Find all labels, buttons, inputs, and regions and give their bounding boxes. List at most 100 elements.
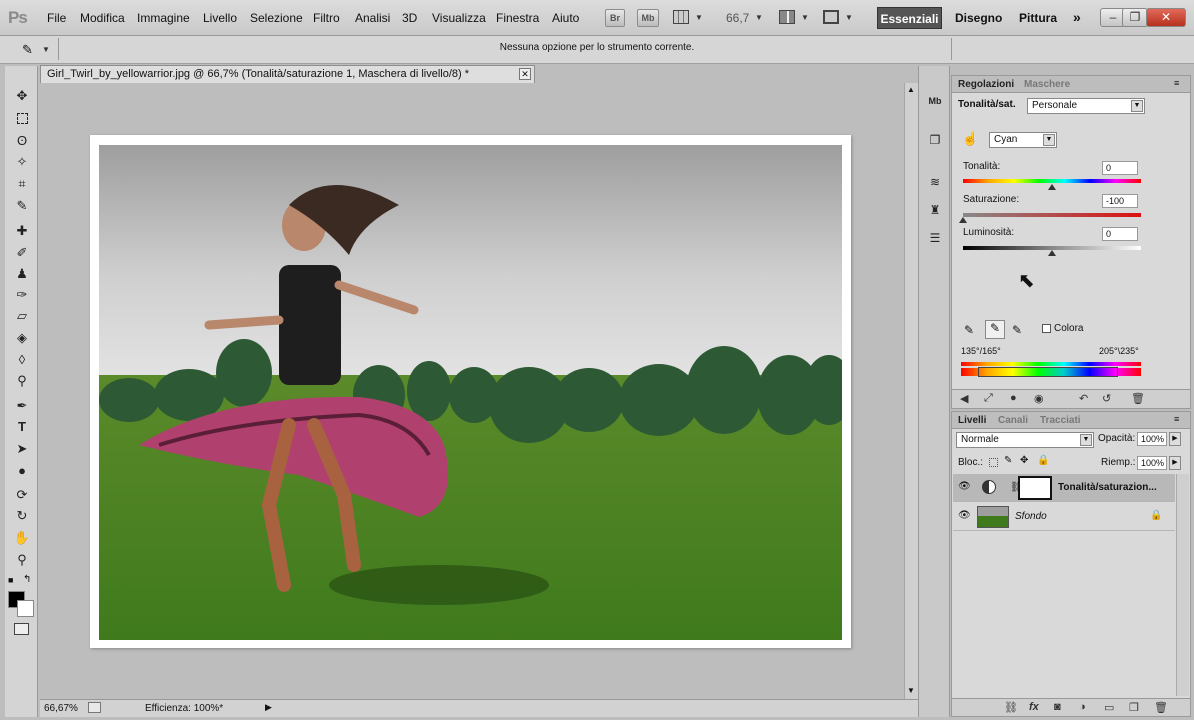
bridge-button[interactable]: Br [605,9,625,27]
crop-tool-icon[interactable]: ⌗ [12,174,32,194]
new-adjustment-icon[interactable]: ◑ [1079,701,1086,713]
eyedropper-icon[interactable]: ✎ [12,196,32,216]
opacity-field[interactable]: 100% [1137,432,1167,446]
menu-livello[interactable]: Livello [203,11,237,25]
dodge-tool-icon[interactable]: ⚲ [12,371,32,391]
close-document-icon[interactable]: ✕ [519,68,531,80]
on-image-adjust-icon[interactable]: ☝ [962,131,978,147]
previous-state-icon[interactable]: ↶ [1079,392,1088,405]
layers-scrollbar[interactable] [1176,474,1189,696]
menu-immagine[interactable]: Immagine [137,11,190,25]
clip-layer-icon[interactable]: ● [1010,392,1017,404]
chevron-down-icon[interactable]: ▼ [801,13,809,22]
restore-button[interactable]: ❐ [1122,8,1148,27]
expand-view-icon[interactable]: ⤢ [984,392,993,405]
menu-finestra[interactable]: Finestra [496,11,539,25]
vertical-scrollbar[interactable]: ▲ ▼ [904,83,918,699]
hue-slider-handle[interactable] [1048,184,1056,190]
layer-row-adjustment[interactable]: 👁 ⛓ Tonalità/saturazion... [953,474,1175,502]
add-mask-icon[interactable]: ◙ [1054,701,1061,713]
view-extras-icon[interactable] [673,10,689,24]
path-selection-icon[interactable]: ➤ [12,439,32,459]
zoom-tool-icon[interactable]: ⚲ [12,550,32,570]
saturation-field[interactable]: -100 [1102,194,1138,208]
minibridge-panel-icon[interactable]: Mb [925,91,945,111]
hue-field[interactable]: 0 [1102,161,1138,175]
layer-style-icon[interactable]: fx [1029,701,1039,713]
lasso-tool-icon[interactable]: ʘ [12,131,32,151]
lock-position-icon[interactable]: ✥ [1020,455,1028,466]
tab-livelli[interactable]: Livelli [958,415,986,426]
reset-icon[interactable]: ↺ [1102,392,1111,405]
blend-mode-select[interactable]: Normale ▼ [956,432,1094,448]
visibility-eye-icon[interactable]: ◉ [1034,392,1044,405]
default-colors-icon[interactable]: ■ [8,575,13,585]
marquee-tool-icon[interactable] [12,109,32,129]
blur-tool-icon[interactable]: ◊ [12,350,32,370]
channel-select[interactable]: Cyan ▼ [989,132,1057,148]
eyedropper-sample-icon[interactable]: ✎ [964,323,974,337]
status-menu-arrow-icon[interactable]: ▶ [265,702,272,713]
menu-visualizza[interactable]: Visualizza [432,11,486,25]
quick-selection-tool-icon[interactable]: ✧ [12,152,32,172]
screen-mode-icon[interactable] [823,10,839,24]
lightness-slider-handle[interactable] [1048,250,1056,256]
menu-selezione[interactable]: Selezione [250,11,303,25]
tab-regolazioni[interactable]: Regolazioni [958,79,1014,90]
layer-name[interactable]: Sfondo [1015,511,1047,522]
eye-icon[interactable]: 👁 [958,511,971,521]
quick-mask-icon[interactable] [14,623,29,635]
brush-presets-icon[interactable]: ♜ [925,200,945,220]
chevron-down-icon[interactable]: ▼ [755,13,763,22]
history-panel-icon[interactable]: ❐ [925,130,945,150]
brush-tool-icon[interactable]: ✐ [12,243,32,263]
scroll-down-icon[interactable]: ▼ [907,686,915,695]
workspace-pittura[interactable]: Pittura [1019,11,1057,25]
delete-layer-icon[interactable]: 🗑 [1154,701,1168,714]
eyedropper-add-icon[interactable]: ✎ [985,320,1005,339]
range-selector[interactable] [978,367,1118,377]
minibridge-button[interactable]: Mb [637,9,659,27]
fill-arrow-icon[interactable]: ▶ [1169,456,1181,470]
workspace-essenziali[interactable]: Essenziali [877,7,942,29]
scroll-up-icon[interactable]: ▲ [907,85,915,94]
paint-bucket-icon[interactable]: ◈ [12,328,32,348]
close-button[interactable]: ✕ [1146,8,1186,27]
lock-all-icon[interactable]: 🔒 [1037,455,1049,466]
more-workspaces-icon[interactable]: » [1073,9,1081,25]
colorize-checkbox[interactable] [1042,324,1051,333]
new-group-icon[interactable]: ▭ [1104,701,1114,714]
3d-orbit-icon[interactable]: ↻ [12,506,32,526]
clone-source-icon[interactable]: ☰ [925,228,945,248]
chevron-down-icon[interactable]: ▼ [1043,134,1055,146]
chevron-down-icon[interactable]: ▼ [1131,100,1143,112]
preset-select[interactable]: Personale ▼ [1027,98,1145,114]
menu-3d[interactable]: 3D [402,11,417,25]
tool-presets-icon[interactable]: ≋ [925,172,945,192]
menu-modifica[interactable]: Modifica [80,11,125,25]
panel-menu-icon[interactable]: ≡ [1174,414,1179,424]
tab-tracciati[interactable]: Tracciati [1040,415,1081,426]
layer-row-background[interactable]: 👁 Sfondo 🔒 [953,503,1175,531]
back-icon[interactable]: ◀ [960,392,968,405]
lightness-field[interactable]: 0 [1102,227,1138,241]
pen-tool-icon[interactable]: ✒ [12,396,32,416]
chevron-down-icon[interactable]: ▼ [1080,434,1092,446]
eraser-tool-icon[interactable]: ▱ [12,306,32,326]
move-tool-icon[interactable]: ✥ [12,86,32,106]
tab-canali[interactable]: Canali [998,415,1028,426]
menu-file[interactable]: File [47,11,66,25]
clone-stamp-icon[interactable]: ♟ [12,264,32,284]
status-preview-icon[interactable] [88,702,101,713]
swap-colors-icon[interactable]: ↰ [23,574,31,585]
delete-adjustment-icon[interactable]: 🗑 [1131,392,1145,405]
link-layers-icon[interactable]: ⛓ [1004,701,1018,714]
tab-maschere[interactable]: Maschere [1024,79,1070,90]
menu-analisi[interactable]: Analisi [355,11,390,25]
healing-brush-icon[interactable]: ✚ [12,221,32,241]
menu-filtro[interactable]: Filtro [313,11,340,25]
eyedropper-subtract-icon[interactable]: ✎ [1012,323,1022,337]
type-tool-icon[interactable]: T [12,417,32,437]
workspace-disegno[interactable]: Disegno [955,11,1002,25]
document-tab[interactable]: Girl_Twirl_by_yellowarrior.jpg @ 66,7% (… [40,65,535,83]
